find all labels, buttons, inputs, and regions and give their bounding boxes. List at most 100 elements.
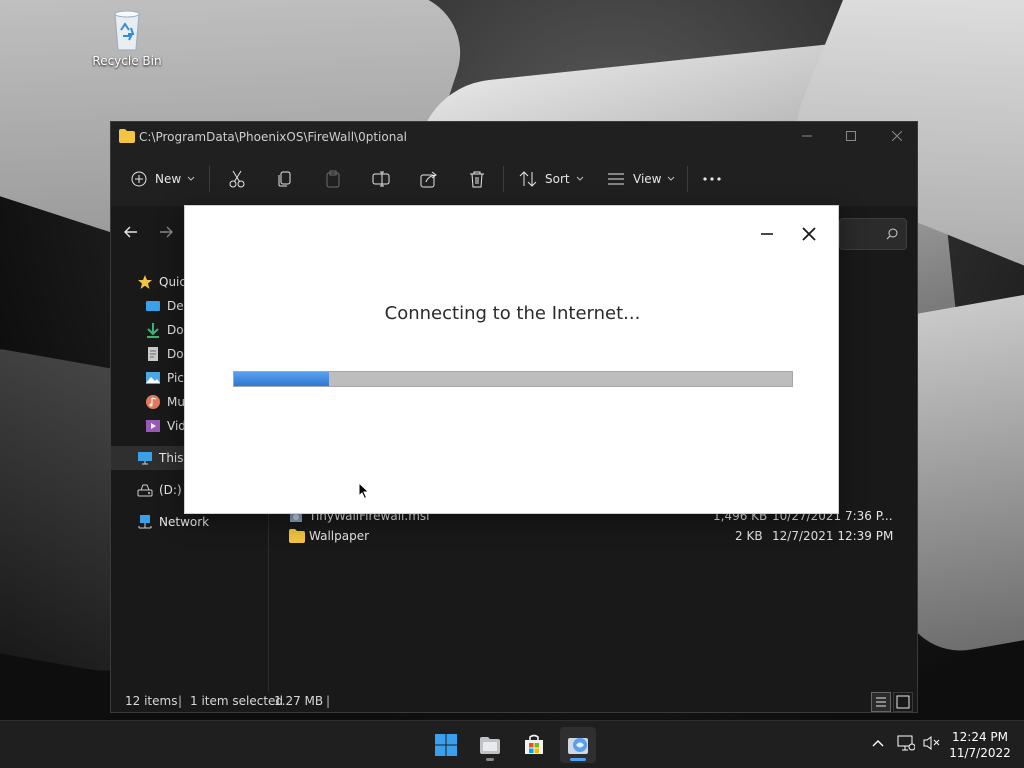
sidebar-item-quick-access[interactable]: Quic — [137, 272, 186, 292]
close-icon — [891, 130, 903, 142]
toolbar-separator — [209, 166, 210, 192]
sidebar-item-label: Network — [159, 515, 210, 529]
sidebar-item-this-pc[interactable]: This — [137, 448, 184, 468]
cut-icon — [229, 170, 245, 188]
file-explorer-icon — [480, 737, 500, 754]
clock-time: 12:24 PM — [952, 730, 1008, 744]
start-icon — [435, 734, 457, 756]
window-title-path: C:\ProgramData\PhoenixOS\FireWall\0ption… — [139, 130, 408, 144]
status-selection: 1 item selected — [190, 694, 284, 708]
network-icon — [138, 515, 152, 529]
maximize-icon — [846, 131, 856, 141]
paste-icon — [326, 170, 340, 188]
star-icon — [138, 275, 152, 289]
start-button[interactable] — [428, 727, 464, 763]
dialog-close-button[interactable] — [799, 224, 819, 244]
sidebar-item-label: Mu — [167, 395, 185, 409]
more-icon — [703, 177, 721, 181]
download-icon — [147, 323, 159, 338]
rename-icon — [372, 171, 390, 187]
forward-arrow-icon[interactable] — [159, 226, 173, 238]
command-bar: New Sort View — [111, 152, 917, 206]
pictures-icon — [146, 372, 160, 384]
running-indicator — [486, 758, 494, 761]
delete-button[interactable] — [468, 168, 486, 190]
clock-date: 11/7/2022 — [949, 746, 1011, 760]
paste-button[interactable] — [324, 168, 342, 190]
installer-app-icon — [568, 738, 588, 754]
view-label: View — [633, 172, 662, 186]
sidebar-item-network[interactable]: Network — [137, 512, 209, 532]
share-button[interactable] — [420, 168, 438, 190]
dialog-minimize-button[interactable] — [757, 224, 777, 244]
chevron-down-icon — [576, 176, 583, 181]
sidebar-item-label: This — [159, 451, 184, 465]
sidebar-item-music[interactable]: Mu — [145, 392, 185, 412]
rename-button[interactable] — [372, 168, 390, 190]
chevron-down-icon — [668, 176, 675, 181]
toolbar-separator — [503, 166, 504, 192]
status-separator: | — [326, 694, 331, 708]
drive-icon — [137, 484, 153, 497]
connecting-dialog: Connecting to the Internet... — [184, 205, 839, 514]
file-date: 12/7/2021 12:39 PM — [772, 529, 894, 543]
taskbar: 12:24 PM 11/7/2022 — [0, 720, 1024, 768]
view-icon — [608, 173, 624, 185]
thumbnail-view-button[interactable] — [893, 692, 913, 712]
desktop-icon-recycle-bin[interactable]: Recycle Bin — [90, 8, 164, 68]
sort-button[interactable]: Sort — [519, 168, 584, 190]
minimize-button[interactable] — [797, 128, 817, 146]
folder-icon — [289, 529, 305, 543]
new-button[interactable]: New — [131, 168, 195, 190]
search-box[interactable] — [839, 218, 907, 250]
taskbar-file-explorer[interactable] — [472, 727, 508, 763]
cut-button[interactable] — [228, 168, 246, 190]
folder-icon — [119, 129, 135, 143]
documents-icon — [148, 347, 158, 361]
system-clock[interactable]: 12:24 PM 11/7/2022 — [948, 729, 1012, 761]
file-size: 2 KB — [735, 529, 763, 543]
view-button[interactable]: View — [607, 168, 675, 190]
close-button[interactable] — [887, 128, 907, 146]
chevron-up-icon[interactable] — [872, 739, 884, 747]
plus-circle-icon — [131, 171, 147, 187]
status-bar: 12 items | 1 item selected 1.27 MB | — [111, 688, 917, 712]
dialog-message: Connecting to the Internet... — [384, 303, 641, 324]
sidebar-item-pictures[interactable]: Pict — [145, 368, 189, 388]
thumbnail-view-icon — [896, 695, 910, 709]
status-item-count: 12 items — [125, 694, 178, 708]
copy-button[interactable] — [276, 168, 294, 190]
title-bar: C:\ProgramData\PhoenixOS\FireWall\0ption… — [111, 122, 917, 152]
close-icon — [802, 227, 816, 241]
copy-icon — [278, 171, 291, 187]
progress-bar-fill — [234, 372, 329, 386]
network-status-icon[interactable] — [897, 735, 915, 751]
store-icon — [525, 734, 543, 754]
maximize-button[interactable] — [841, 128, 861, 146]
mouse-cursor-icon — [358, 482, 370, 500]
minimize-icon — [761, 233, 773, 235]
music-icon — [146, 395, 160, 409]
taskbar-store[interactable] — [516, 727, 552, 763]
desktop-icon-label: Recycle Bin — [92, 54, 162, 68]
details-view-button[interactable] — [871, 692, 891, 712]
table-row[interactable]: Wallpaper 2 KB 12/7/2021 12:39 PM — [287, 526, 893, 546]
toolbar-separator — [687, 166, 688, 192]
sort-icon — [519, 171, 537, 187]
back-arrow-icon[interactable] — [124, 226, 138, 238]
active-indicator — [570, 758, 586, 761]
recycle-bin-icon — [107, 8, 147, 52]
more-options-button[interactable] — [703, 168, 721, 190]
sidebar-item-label: Quic — [159, 275, 186, 289]
search-icon — [886, 228, 898, 240]
chevron-down-icon — [187, 176, 195, 181]
videos-icon — [146, 420, 160, 432]
status-separator: | — [178, 694, 183, 708]
progress-bar — [233, 371, 793, 387]
sort-label: Sort — [545, 172, 570, 186]
taskbar-installer-app[interactable] — [560, 727, 596, 763]
status-size: 1.27 MB — [274, 694, 324, 708]
speaker-muted-icon[interactable] — [923, 735, 941, 751]
sidebar-item-videos[interactable]: Vid — [145, 416, 186, 436]
delete-icon — [470, 171, 484, 188]
